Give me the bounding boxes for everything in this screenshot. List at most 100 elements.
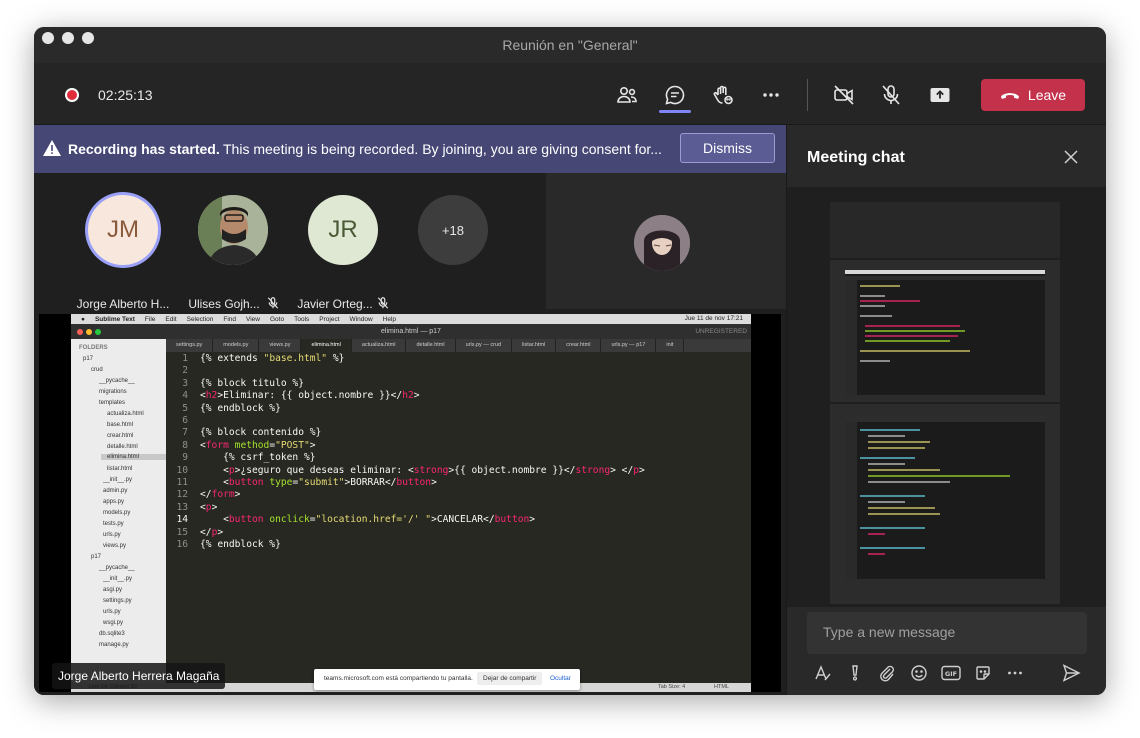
notice-text: teams.microsoft.com está compartiendo tu… [324,675,473,682]
presenter-name: Jorge Alberto Herrera Magaña [52,663,226,689]
share-tray-icon [930,88,950,102]
shared-screen: ● Sublime Text File Edit Selection Find … [39,314,781,692]
participant-name: Jorge Alberto H... [76,297,170,311]
mic-toggle-button[interactable] [877,81,905,109]
sidebar-file: apps.py [103,499,125,505]
important-button[interactable] [844,662,866,684]
line-number: 8 [182,439,188,451]
sidebar-folder: __pycache__ [99,565,135,571]
more-participants-button[interactable]: +18 [418,195,488,265]
sidebar-file: manage.py [99,642,129,648]
screen-share-notice: teams.microsoft.com está compartiendo tu… [314,669,580,690]
attach-button[interactable] [876,662,898,684]
sidebar-file: __init__.py [103,477,133,483]
muted-mic-icon [377,297,389,309]
editor-tab: urls.py — p17 [601,339,657,352]
sidebar-file: listar.html [107,466,133,472]
code-line: </p> [200,526,224,538]
dismiss-button[interactable]: Dismiss [680,133,775,163]
recording-banner: Recording has started. This meeting is b… [34,125,786,173]
editor-tab: init [656,339,685,352]
chat-image-message[interactable] [830,260,1060,402]
editor-tab: crear.html [556,339,602,352]
tab-size: Tab Size: 4 [658,684,686,690]
participant-tile[interactable]: JM Jorge Alberto H... [77,195,169,311]
menu-item: Tools [294,315,310,323]
code-line: </form> [200,489,241,501]
code-line: {% block titulo %} [200,377,304,389]
raise-hand-button[interactable] [709,81,737,109]
phone-hangup-icon [1000,93,1019,99]
sticker-button[interactable] [972,662,994,684]
apple-icon: ● [81,315,85,323]
sidebar-folder: templates [99,400,126,406]
chat-title: Meeting chat [807,149,905,166]
send-icon [1062,664,1081,682]
editor-tab: models.py [213,339,260,352]
sidebar-folder: migrations [99,389,127,395]
leave-button[interactable]: Leave [981,79,1085,111]
code-line: {% csrf_token %} [200,452,316,464]
shared-desktop: ● Sublime Text File Edit Selection Find … [71,314,751,692]
editor-title-bar: elimina.html — p17 UNREGISTERED [71,324,751,339]
sidebar-file: admin.py [103,488,128,494]
leave-label: Leave [1027,87,1067,103]
code-editor: settings.py models.py views.py elimina.h… [166,339,751,683]
menu-item: View [246,315,260,323]
editor-tab: views.py [259,339,302,352]
message-input[interactable]: Type a new message [807,612,1087,654]
code-line: <p>¿seguro que deseas eliminar: <strong>… [200,464,645,476]
line-number: 6 [182,415,188,426]
self-avatar [634,215,690,271]
participant-tile[interactable]: JR Javier Orteg... [297,195,389,311]
more-options-button[interactable] [1004,662,1026,684]
format-icon [815,665,831,681]
participant-tile[interactable]: Ulises Gojh... [188,195,279,311]
chat-image-message[interactable] [830,404,1060,604]
format-button[interactable] [812,662,834,684]
participants-button[interactable] [613,81,641,109]
sidebar-file: __init__.py [103,576,133,582]
recording-indicator [65,88,79,102]
meeting-timer: 02:25:13 [98,87,153,103]
mac-menu-bar: ● Sublime Text File Edit Selection Find … [71,314,751,324]
sidebar-folder: p17 [91,554,102,560]
share-screen-button[interactable] [926,81,954,109]
camera-toggle-button[interactable] [830,81,858,109]
more-actions-button[interactable] [757,81,785,109]
banner-message: This meeting is being recorded. By joini… [223,141,662,157]
overflow-count: +18 [418,195,488,265]
svg-text:GIF: GIF [945,670,957,678]
line-number: 1 [182,353,188,364]
chat-messages [787,187,1106,607]
menu-app: Sublime Text [94,315,135,323]
chat-active-indicator [659,110,691,113]
menu-item: Help [382,315,397,323]
gif-icon: GIF [941,665,961,681]
warning-icon [43,140,61,156]
editor-sidebar: FOLDERS p17 crud __pycache__ migrations … [71,339,166,683]
editor-tab: settings.py [166,339,214,352]
hide-notice-button: Ocultar [550,675,571,682]
gif-button[interactable]: GIF [940,662,962,684]
line-number: 16 [176,539,188,550]
sidebar-file: urls.py [103,532,121,538]
meeting-chat-panel: Meeting chat Type a new message GIF [786,125,1106,695]
menu-item: Goto [270,315,285,323]
muted-mic-icon [267,297,279,309]
self-video-tile[interactable] [546,173,786,309]
send-button[interactable] [1060,662,1082,684]
chat-button[interactable] [661,81,689,109]
stop-sharing-button: Dejar de compartir [477,672,543,685]
sidebar-file: views.py [103,543,127,549]
line-number: 9 [182,452,188,464]
chat-image-message[interactable] [830,202,1060,258]
close-chat-button[interactable] [1061,147,1081,167]
more-icon [1008,671,1022,675]
mac-clock: Jue 11 de nov 17:21 [684,315,743,322]
emoji-button[interactable] [908,662,930,684]
line-number: 5 [182,402,188,414]
unregistered-label: UNREGISTERED [695,328,747,335]
teams-window: Reunión en "General" 02:25:13 Leave Reco… [34,27,1106,695]
line-number: 4 [182,390,188,402]
